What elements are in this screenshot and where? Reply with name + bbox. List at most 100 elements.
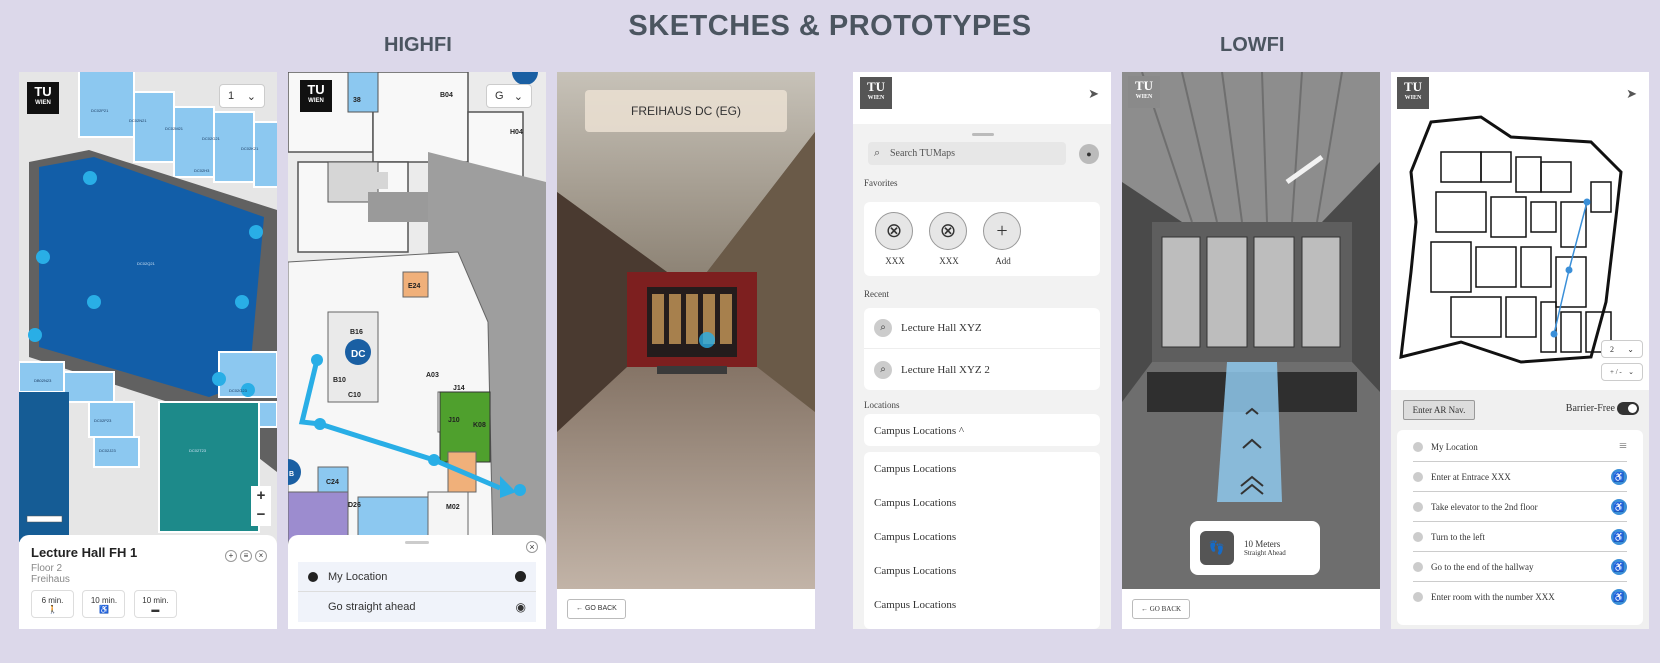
logo-text: TU: [866, 79, 886, 94]
route-step[interactable]: Enter at Entrace XXX ♿: [1413, 462, 1627, 492]
highfi-map-panel: DC02P21 DC02N21 DC02M21 DC02G21 DC02K21 …: [19, 72, 277, 629]
travel-chips: 6 min. 🚶 10 min. ♿ 10 min. ▬: [31, 590, 265, 618]
page-title: SKETCHES & PROTOTYPES: [628, 10, 1032, 42]
location-item[interactable]: Campus Locations: [864, 452, 1100, 486]
favorite-item[interactable]: ⊗ XXX: [929, 212, 969, 266]
bus-icon: ▬: [151, 605, 160, 614]
zoom-in-button[interactable]: +: [251, 486, 271, 505]
zoom-out-button[interactable]: −: [251, 505, 271, 524]
navigate-icon[interactable]: ➤: [1088, 86, 1099, 102]
floor-select[interactable]: 2 ⌄: [1601, 340, 1643, 358]
chevron-down-icon: ⌄: [1627, 344, 1634, 354]
microphone-icon[interactable]: ●: [1079, 144, 1099, 164]
location-item[interactable]: Campus Locations: [864, 486, 1100, 520]
step-dot: [1413, 561, 1423, 572]
go-back-button[interactable]: ← GO BACK: [1132, 599, 1191, 619]
search-icon: ⌕: [874, 319, 892, 337]
recent-label: Lecture Hall XYZ 2: [901, 363, 990, 376]
recent-item[interactable]: ⌕ Lecture Hall XYZ 2: [864, 349, 1100, 390]
drag-handle[interactable]: [405, 541, 429, 544]
accessibility-icon: ♿: [1611, 498, 1627, 515]
highfi-route-panel: 38 B04 H04 E24 B16 DC B10 A03 J14 C10 J1…: [288, 72, 546, 629]
enter-ar-button[interactable]: Enter AR Nav.: [1403, 400, 1475, 420]
chip-time: 10 min.: [142, 596, 169, 605]
room-label: B10: [333, 377, 346, 384]
distance-value: 10 Meters: [1244, 539, 1281, 549]
close-icon[interactable]: ×: [526, 541, 538, 553]
edit-icon: [515, 571, 526, 582]
room-label: B04: [440, 92, 453, 99]
walk-icon: 🚶: [47, 605, 58, 614]
room-label: J14: [453, 385, 465, 392]
route-step[interactable]: Take elevator to the 2nd floor ♿: [1413, 492, 1627, 522]
highfi-title: HIGHFI: [384, 34, 452, 56]
room-label: E24: [408, 283, 421, 290]
step-label: Take elevator to the 2nd floor: [1431, 501, 1538, 512]
eye-icon: ◉: [515, 600, 526, 614]
room-label: DC02G21: [202, 136, 221, 141]
zoom-select[interactable]: + / - ⌄: [1601, 363, 1643, 381]
add-button[interactable]: +: [225, 550, 237, 562]
room-label: C24: [326, 479, 339, 486]
route-steps-list: My Location ≡ Enter at Entrace XXX ♿ Take …: [1397, 430, 1643, 625]
route-step[interactable]: My Location: [298, 562, 536, 592]
locations-dropdown[interactable]: Campus Locations ^: [864, 414, 1100, 446]
route-step[interactable]: Go straight ahead ◉: [298, 592, 536, 622]
room-label: DC02N21: [129, 118, 147, 123]
wheelchair-time-chip[interactable]: 10 min. ♿: [82, 590, 126, 618]
location-item[interactable]: Campus Locations: [864, 554, 1100, 588]
floor-select[interactable]: 1 ⌄: [219, 84, 265, 108]
room-label: DC02P23: [94, 418, 112, 423]
ar-camera-view: [557, 72, 815, 629]
floor-select-value: 2: [1610, 344, 1614, 354]
route-steps-card: × My Location Go straight ahead ◉: [288, 535, 546, 629]
recent-item[interactable]: ⌕ Lecture Hall XYZ: [864, 308, 1100, 349]
walk-time-chip[interactable]: 6 min. 🚶: [31, 590, 74, 618]
step-label: Enter at Entrace XXX: [1431, 471, 1511, 482]
lowfi-route-panel: TU WIEN ➤ 2 ⌄ + / - ⌄ Enter AR Nav. Barr…: [1391, 72, 1649, 629]
logo-subtext: WIEN: [1135, 94, 1153, 100]
accessibility-icon: ♿: [1611, 528, 1627, 545]
route-step[interactable]: Enter room with the number XXX ♿: [1413, 582, 1627, 612]
search-input[interactable]: ⌕ Search TUMaps: [868, 142, 1066, 165]
step-label: Go to the end of the hallway: [1431, 561, 1534, 572]
close-icon[interactable]: ×: [255, 550, 267, 562]
distance-card: 👣 10 Meters Straight Ahead: [1190, 521, 1320, 575]
favorite-label: XXX: [939, 256, 959, 266]
toggle-knob: [1628, 404, 1637, 413]
menu-icon[interactable]: ≡: [1619, 439, 1627, 455]
barrier-free-toggle[interactable]: [1617, 402, 1639, 415]
room-label: DC02M21: [165, 126, 184, 131]
room-label: DC02T23: [189, 448, 207, 453]
room-label: DC02Q21: [137, 261, 156, 266]
drag-handle[interactable]: [972, 133, 994, 136]
chevron-down-icon: ⌄: [246, 90, 256, 103]
list-button[interactable]: ≡: [240, 550, 252, 562]
bus-time-chip[interactable]: 10 min. ▬: [133, 590, 177, 618]
x-circle-icon: ⊗: [875, 212, 913, 250]
favorite-item[interactable]: ⊗ XXX: [875, 212, 915, 266]
floor-select[interactable]: G ⌄: [486, 84, 532, 108]
route-step[interactable]: My Location ≡: [1413, 432, 1627, 462]
add-favorite-button[interactable]: + Add: [983, 212, 1023, 266]
location-item[interactable]: Campus Locations: [864, 588, 1100, 622]
room-label: K08: [473, 422, 486, 429]
room-label: H04: [510, 129, 523, 136]
route-step[interactable]: Go to the end of the hallway ♿: [1413, 552, 1627, 582]
step-label: Turn to the left: [1431, 531, 1485, 542]
step-dot: [1413, 592, 1423, 602]
lowfi-search-panel: TU WIEN ➤ ⌕ Search TUMaps ● Favorites ⊗ X…: [853, 72, 1111, 629]
accessibility-icon: ♿: [1611, 589, 1627, 605]
footsteps-icon: 👣: [1200, 531, 1234, 565]
x-circle-icon: ⊗: [929, 212, 967, 250]
zoom-controls: + −: [251, 486, 271, 526]
route-step[interactable]: Turn to the left ♿: [1413, 522, 1627, 552]
accessibility-icon: ♿: [1611, 558, 1627, 575]
location-item[interactable]: Campus Locations: [864, 520, 1100, 554]
recent-label: Lecture Hall XYZ: [901, 322, 982, 334]
route-step-label: Go straight ahead: [328, 601, 416, 613]
step-dot: [1413, 441, 1423, 452]
go-back-button[interactable]: ← GO BACK: [567, 599, 626, 619]
room-label: DC02G23: [229, 388, 248, 393]
tu-wien-logo: TU WIEN: [300, 80, 332, 112]
